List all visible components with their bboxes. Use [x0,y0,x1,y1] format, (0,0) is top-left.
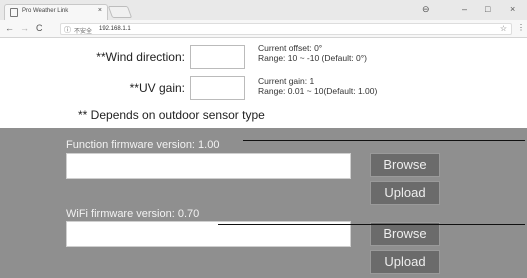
uv-gain-input[interactable] [190,76,245,100]
firmware-panel: Function firmware version: 1.00 Browse U… [0,128,527,278]
url-field[interactable]: ⓘ 不安全 192.168.1.1 ☆ [60,23,512,35]
wind-range: Range: 10 ~ -10 (Default: 0°) [258,53,368,63]
close-window-button[interactable]: × [510,4,515,14]
reload-button[interactable]: C [36,23,43,33]
info-icon[interactable]: ⓘ [64,25,71,35]
function-browse-button[interactable]: Browse [370,153,440,177]
browser-tab[interactable]: Pro Weather Link × [4,4,108,20]
wind-direction-note: Current offset: 0° Range: 10 ~ -10 (Defa… [258,43,367,63]
bookmark-star-icon[interactable]: ☆ [500,24,507,33]
wind-direction-input[interactable] [190,45,245,69]
security-label: 不安全 [74,29,93,35]
minimize-button[interactable]: – [462,4,467,14]
uv-range: Range: 0.01 ~ 10(Default: 1.00) [258,86,378,96]
new-tab-button[interactable] [107,6,133,18]
wifi-upload-button[interactable]: Upload [370,250,440,274]
sensor-footnote: ** Depends on outdoor sensor type [78,108,265,122]
address-bar: ← → C ⓘ 不安全 192.168.1.1 ☆ ⋮ [0,20,527,38]
function-firmware-file-input[interactable] [66,153,351,179]
function-firmware-label: Function firmware version: 1.00 [66,139,220,151]
url-text: 192.168.1.1 [99,26,131,32]
wind-direction-label: **Wind direction: [96,50,185,64]
wifi-firmware-label: WiFi firmware version: 0.70 [66,208,200,220]
browser-tab-strip: Pro Weather Link × ⊖ – □ × [0,0,527,20]
uv-gain-note: Current gain: 1 Range: 0.01 ~ 10(Default… [258,76,377,96]
uv-current-gain: Current gain: 1 [258,76,315,86]
back-button[interactable]: ← [5,23,14,33]
tab-close-icon[interactable]: × [98,7,102,14]
browser-menu-icon[interactable]: ⋮ [517,23,525,32]
tab-title: Pro Weather Link [22,8,69,14]
uv-gain-label: **UV gain: [129,81,185,95]
function-upload-button[interactable]: Upload [370,181,440,205]
wind-current-offset: Current offset: 0° [258,43,323,53]
page-icon [10,8,18,17]
maximize-button[interactable]: □ [485,4,490,14]
wifi-browse-button[interactable]: Browse [370,222,440,246]
function-version-callout-line [243,140,525,141]
account-icon[interactable]: ⊖ [422,4,430,15]
forward-button[interactable]: → [20,23,29,33]
wifi-version-callout-line [218,224,525,225]
